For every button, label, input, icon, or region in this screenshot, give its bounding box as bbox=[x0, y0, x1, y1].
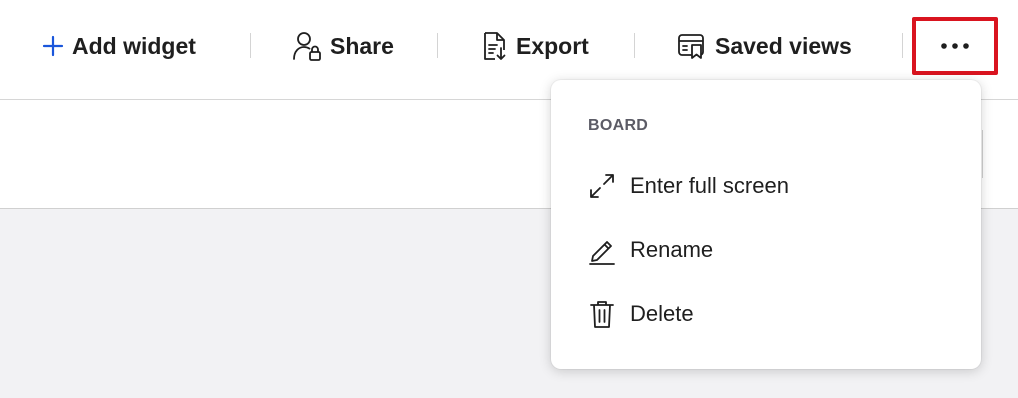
saved-views-button[interactable]: Saved views bbox=[677, 24, 852, 68]
user-lock-icon bbox=[292, 30, 322, 62]
menu-item-label: Delete bbox=[630, 301, 694, 326]
file-export-icon bbox=[482, 30, 508, 62]
menu-section-heading: BOARD bbox=[588, 117, 649, 134]
share-label: Share bbox=[330, 32, 394, 59]
export-label: Export bbox=[516, 32, 589, 59]
expand-icon bbox=[588, 172, 616, 200]
menu-item-delete[interactable]: Delete bbox=[588, 294, 694, 334]
export-button[interactable]: Export bbox=[482, 24, 589, 68]
add-widget-label: Add widget bbox=[72, 32, 196, 59]
plus-icon bbox=[42, 35, 64, 57]
saved-views-icon bbox=[677, 32, 707, 60]
page: Add widget Share Export Saved views BOAR… bbox=[0, 0, 1018, 398]
menu-item-label: Rename bbox=[630, 237, 714, 262]
pencil-icon bbox=[588, 235, 616, 265]
toolbar-divider bbox=[634, 33, 635, 58]
more-options-button[interactable] bbox=[912, 17, 998, 75]
menu-item-rename[interactable]: Rename bbox=[588, 230, 713, 270]
more-horizontal-icon bbox=[940, 37, 970, 55]
saved-views-label: Saved views bbox=[715, 32, 852, 59]
toolbar-divider bbox=[902, 33, 903, 58]
trash-icon bbox=[588, 299, 616, 329]
share-button[interactable]: Share bbox=[292, 24, 394, 68]
menu-item-enter-full-screen[interactable]: Enter full screen bbox=[588, 166, 789, 206]
toolbar-divider bbox=[437, 33, 438, 58]
add-widget-button[interactable]: Add widget bbox=[42, 24, 196, 68]
toolbar-divider bbox=[250, 33, 251, 58]
more-options-menu: BOARD Enter full screen Rename Delete bbox=[551, 80, 981, 369]
menu-item-label: Enter full screen bbox=[630, 173, 789, 198]
